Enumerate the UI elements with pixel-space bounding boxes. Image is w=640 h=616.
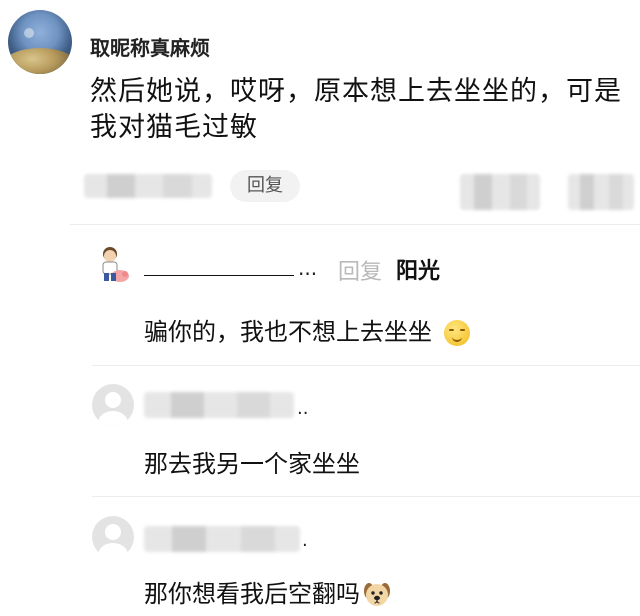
reply-text: 那你想看我后空翻吗 — [144, 574, 392, 610]
reply-text-content: 那你想看我后空翻吗 — [144, 580, 360, 608]
blurred-username[interactable] — [144, 392, 294, 418]
default-avatar-body — [98, 543, 128, 558]
default-avatar-head — [105, 392, 121, 408]
default-avatar-body — [98, 411, 128, 426]
dog-emoji-icon — [362, 580, 392, 610]
default-avatar-head — [105, 524, 121, 540]
comment-text: 然后她说，哎呀，原本想上去坐坐的，可是我对猫毛过敏 — [90, 76, 622, 143]
blurred-action-2[interactable] — [568, 174, 634, 210]
reply-button[interactable]: 回复 — [230, 170, 300, 202]
reply-username-ellipsis: ... — [298, 256, 318, 280]
comment-username[interactable]: 取昵称真麻烦 — [90, 32, 210, 61]
reply-text-content: 骗你的，我也不想上去坐坐 — [144, 318, 432, 346]
avatar[interactable] — [92, 516, 134, 558]
divider — [92, 496, 640, 497]
avatar[interactable] — [92, 384, 134, 426]
blurred-timestamp — [84, 174, 212, 198]
smirk-emoji-icon — [443, 320, 470, 346]
blurred-username[interactable] — [144, 526, 300, 552]
reply-text: 骗你的，我也不想上去坐坐 — [144, 312, 470, 347]
reply-word: 回复 — [338, 260, 383, 285]
reply-username-ellipsis: .. — [297, 398, 309, 419]
divider — [70, 224, 640, 225]
cartoon-boy-avatar-icon — [102, 247, 129, 282]
reply-text: 那去我另一个家坐坐 — [144, 450, 360, 478]
avatar[interactable] — [92, 244, 132, 284]
reply-username-underline[interactable] — [144, 275, 294, 276]
reply-target-username[interactable]: 阳光 — [396, 253, 440, 285]
avatar-image-highlight — [24, 28, 34, 38]
blurred-action-1[interactable] — [460, 174, 540, 210]
avatar[interactable] — [8, 10, 72, 74]
reply-username-ellipsis: . — [302, 530, 308, 551]
divider — [92, 365, 640, 366]
avatar-image-landscape — [8, 48, 72, 74]
